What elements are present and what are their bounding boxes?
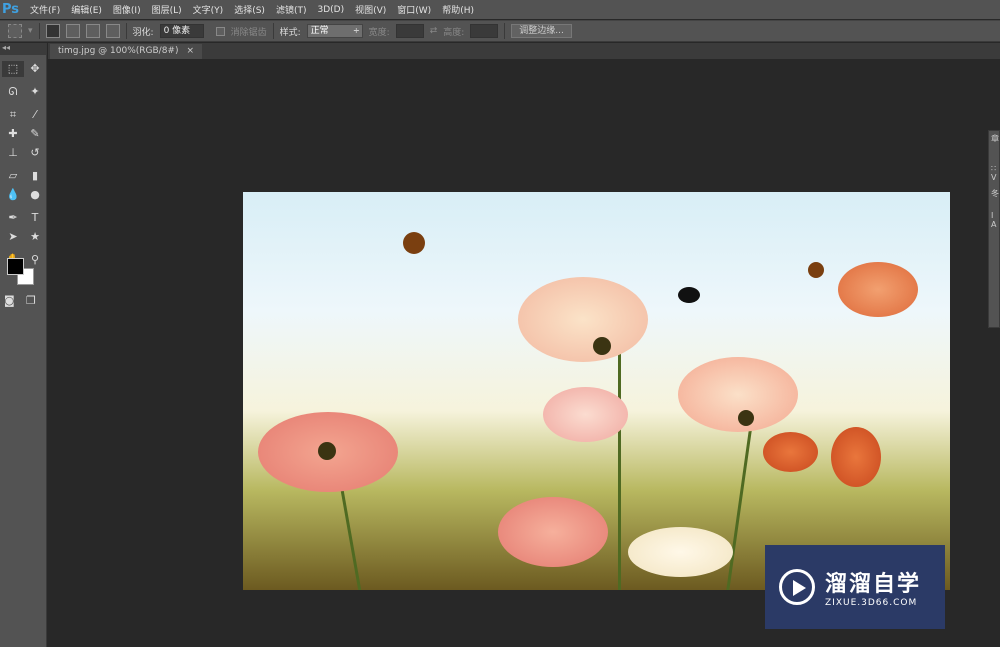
feather-label: 羽化: xyxy=(132,27,154,38)
chevron-down-icon[interactable]: ▾ xyxy=(28,26,33,36)
height-input[interactable] xyxy=(470,24,499,38)
marquee-preset-icon[interactable] xyxy=(8,24,22,38)
watermark-title: 溜溜自学 xyxy=(825,572,922,597)
dodge-tool-icon[interactable]: ● xyxy=(24,187,46,203)
brush-tool-icon[interactable]: ✎ xyxy=(24,126,46,142)
eraser-tool-icon[interactable]: ▱ xyxy=(2,168,24,184)
swap-icon[interactable]: ⇄ xyxy=(430,26,438,36)
style-label: 样式: xyxy=(279,27,301,38)
divider xyxy=(272,23,274,39)
divider xyxy=(504,23,506,39)
close-icon[interactable]: × xyxy=(186,44,194,59)
menu-type[interactable]: 文字(Y) xyxy=(193,3,224,16)
magic-wand-tool-icon[interactable]: ✦ xyxy=(24,84,46,100)
menu-help[interactable]: 帮助(H) xyxy=(442,3,474,16)
antialias-label: 消除锯齿 xyxy=(230,27,267,38)
feather-input[interactable]: 0 像素 xyxy=(159,24,204,38)
type-tool-icon[interactable]: T xyxy=(24,210,46,226)
options-bar: ▾ 羽化: 0 像素 消除锯齿 样式: 正常 宽度: ⇄ 高度: 调整边缘... xyxy=(0,20,1000,42)
quick-mask-icon[interactable]: ◙ xyxy=(4,293,15,309)
menu-bar: Ps 文件(F) 编辑(E) 图像(I) 图层(L) 文字(Y) 选择(S) 滤… xyxy=(0,0,1000,19)
menu-layer[interactable]: 图层(L) xyxy=(152,3,182,16)
pen-tool-icon[interactable]: ✒ xyxy=(2,210,24,226)
style-select[interactable]: 正常 xyxy=(306,24,363,38)
foreground-color-swatch[interactable] xyxy=(7,258,24,275)
history-brush-tool-icon[interactable]: ↺ xyxy=(24,145,46,161)
height-label: 高度: xyxy=(443,27,465,38)
width-label: 宽度: xyxy=(368,27,390,38)
menu-file[interactable]: 文件(F) xyxy=(30,3,60,16)
divider xyxy=(38,23,40,39)
add-selection-icon[interactable] xyxy=(65,24,80,38)
panel-icon[interactable]: 章 xyxy=(991,133,999,144)
play-logo-icon xyxy=(779,569,815,605)
tools-panel: ◂◂ ⬚✥ᘏ✦⌗⁄✚✎⊥↺▱▮💧●✒T➤★✋⚲ ◙ ❐ xyxy=(0,43,47,647)
panel-icon[interactable]: V xyxy=(991,173,999,182)
document-tab-bar: timg.jpg @ 100%(RGB/8#) × xyxy=(48,43,1000,59)
path-select-tool-icon[interactable]: ➤ xyxy=(2,229,24,245)
panel-icon[interactable]: I xyxy=(991,211,999,220)
shape-tool-icon[interactable]: ★ xyxy=(24,229,46,245)
zoom-tool-icon[interactable]: ⚲ xyxy=(24,252,46,268)
subtract-selection-icon[interactable] xyxy=(85,24,100,38)
document-tab[interactable]: timg.jpg @ 100%(RGB/8#) × xyxy=(50,44,203,59)
menu-filter[interactable]: 滤镜(T) xyxy=(276,3,307,16)
panel-icon[interactable]: 冬 xyxy=(991,188,999,199)
antialias-checkbox[interactable] xyxy=(215,26,225,36)
crop-tool-icon[interactable]: ⌗ xyxy=(2,107,24,123)
eyedropper-tool-icon[interactable]: ⁄ xyxy=(24,107,46,123)
watermark: 溜溜自学 ZIXUE.3D66.COM xyxy=(765,545,945,629)
rect-marquee-tool-icon[interactable]: ⬚ xyxy=(2,61,24,77)
collapse-icon[interactable]: ◂◂ xyxy=(0,43,46,55)
panel-icon[interactable]: A xyxy=(991,220,999,229)
menu-window[interactable]: 窗口(W) xyxy=(397,3,431,16)
move-tool-icon[interactable]: ✥ xyxy=(24,61,46,77)
stamp-tool-icon[interactable]: ⊥ xyxy=(2,145,24,161)
width-input[interactable] xyxy=(395,24,424,38)
menu-edit[interactable]: 编辑(E) xyxy=(71,3,102,16)
collapsed-panel-dock[interactable]: 章 ∷ V 冬 I A xyxy=(988,130,1000,328)
menu-view[interactable]: 视图(V) xyxy=(355,3,386,16)
healing-tool-icon[interactable]: ✚ xyxy=(2,126,24,142)
lasso-tool-icon[interactable]: ᘏ xyxy=(2,84,24,100)
refine-edge-button[interactable]: 调整边缘... xyxy=(511,24,572,38)
divider xyxy=(125,23,127,39)
blur-tool-icon[interactable]: 💧 xyxy=(2,187,24,203)
panel-icon[interactable]: ∷ xyxy=(991,164,999,173)
menu-select[interactable]: 选择(S) xyxy=(234,3,265,16)
canvas-image[interactable] xyxy=(243,192,950,590)
menu-3d[interactable]: 3D(D) xyxy=(317,5,344,15)
menu-image[interactable]: 图像(I) xyxy=(113,3,141,16)
photoshop-logo: Ps xyxy=(2,2,20,17)
document-tab-title: timg.jpg @ 100%(RGB/8#) xyxy=(58,46,179,56)
screen-mode-icon[interactable]: ❐ xyxy=(26,293,36,309)
intersect-selection-icon[interactable] xyxy=(105,24,120,38)
gradient-tool-icon[interactable]: ▮ xyxy=(24,168,46,184)
watermark-url: ZIXUE.3D66.COM xyxy=(825,598,918,608)
new-selection-icon[interactable] xyxy=(45,24,60,38)
